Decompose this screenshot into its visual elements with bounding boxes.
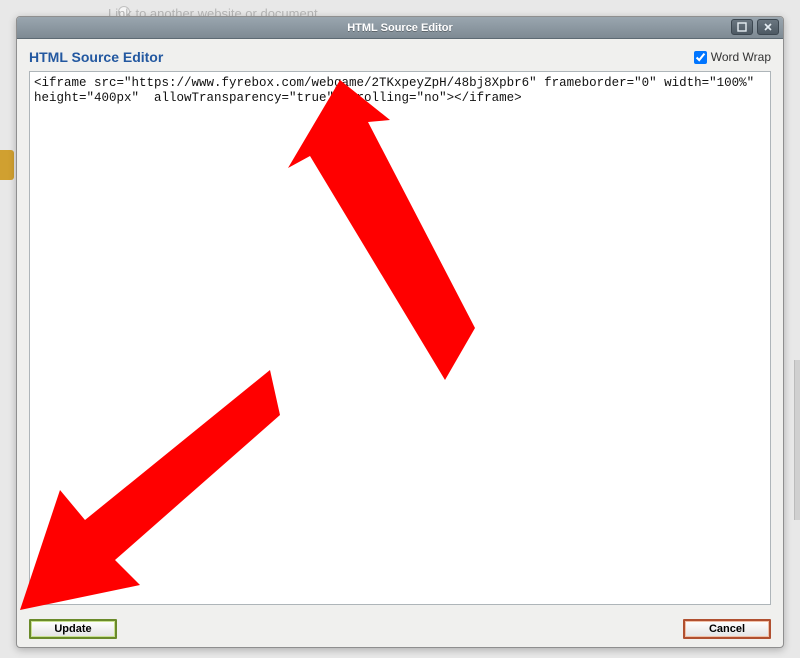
- update-button[interactable]: Update: [29, 619, 117, 639]
- dialog-header-row: HTML Source Editor Word Wrap: [17, 39, 783, 71]
- maximize-button[interactable]: [731, 19, 753, 35]
- dialog-header: HTML Source Editor: [29, 49, 163, 65]
- html-source-textarea[interactable]: [29, 71, 771, 605]
- background-panel-right: [794, 360, 800, 520]
- editor-wrap: [17, 71, 783, 613]
- dialog-button-row: Update Cancel: [17, 613, 783, 647]
- dialog-titlebar[interactable]: HTML Source Editor: [17, 17, 783, 39]
- word-wrap-checkbox[interactable]: [694, 51, 707, 64]
- dialog-title: HTML Source Editor: [347, 22, 453, 34]
- cancel-button[interactable]: Cancel: [683, 619, 771, 639]
- word-wrap-toggle-group[interactable]: Word Wrap: [694, 50, 771, 64]
- close-button[interactable]: [757, 19, 779, 35]
- maximize-icon: [737, 22, 747, 32]
- window-controls: [731, 19, 779, 35]
- word-wrap-label: Word Wrap: [711, 50, 771, 64]
- close-icon: [763, 22, 773, 32]
- html-source-editor-dialog: HTML Source Editor HTML Source Editor Wo…: [16, 16, 784, 648]
- background-left-tab: [0, 150, 14, 180]
